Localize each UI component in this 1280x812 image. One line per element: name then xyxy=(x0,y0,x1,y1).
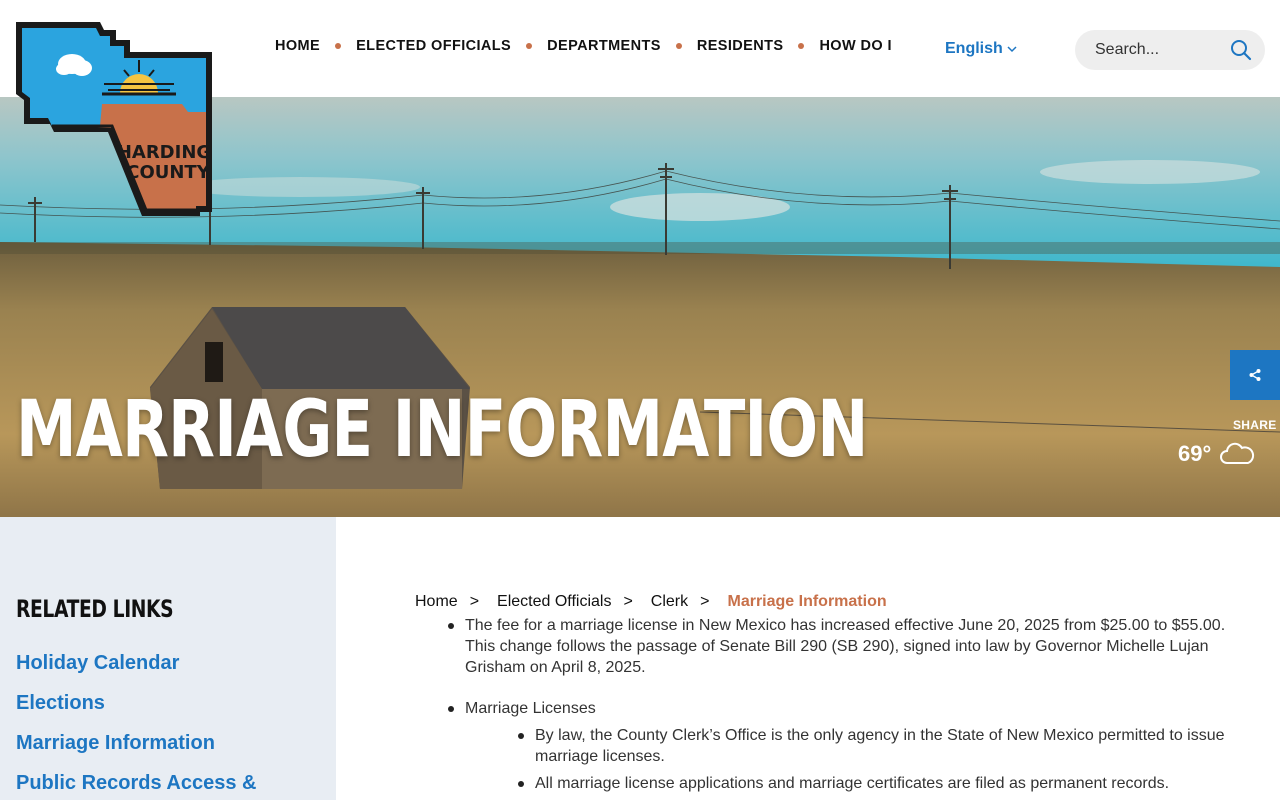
language-selected: English xyxy=(945,40,1003,57)
nav-how-do-i[interactable]: HOW DO I xyxy=(819,38,891,54)
nav-residents[interactable]: RESIDENTS xyxy=(697,38,784,54)
main-content: Home > Elected Officials > Clerk > Marri… xyxy=(336,517,1280,800)
breadcrumb-separator: > xyxy=(700,593,710,610)
related-link-holiday-calendar[interactable]: Holiday Calendar xyxy=(16,652,179,674)
breadcrumb-separator: > xyxy=(623,593,633,610)
marriage-licenses-item: Marriage Licenses By law, the County Cle… xyxy=(415,698,1255,794)
county-logo[interactable]: HARDING COUNTY xyxy=(12,16,220,218)
weather-temperature: 69° xyxy=(1178,441,1212,466)
search-input[interactable] xyxy=(1095,41,1215,59)
nav-separator-dot xyxy=(335,43,342,49)
breadcrumb-clerk[interactable]: Clerk xyxy=(651,593,688,611)
logo-text-line2: COUNTY xyxy=(126,162,210,183)
nav-separator-dot xyxy=(526,43,533,49)
nav-departments[interactable]: DEPARTMENTS xyxy=(547,38,661,54)
related-link-item: Marriage Information xyxy=(16,732,256,772)
search-box xyxy=(1075,30,1265,70)
related-links-list: Holiday Calendar Elections Marriage Info… xyxy=(16,652,256,812)
chevron-down-icon xyxy=(1007,46,1017,53)
related-links-heading: RELATED LINKS xyxy=(16,595,174,623)
cloud-icon xyxy=(1220,442,1255,464)
related-link-marriage-information[interactable]: Marriage Information xyxy=(16,732,215,754)
sub-list-item: All marriage license applications and ma… xyxy=(465,773,1255,794)
marriage-licenses-sublist: By law, the County Clerk’s Office is the… xyxy=(465,725,1255,794)
related-link-public-records[interactable]: Public Records Access & xyxy=(16,772,256,794)
breadcrumb-separator: > xyxy=(469,593,480,610)
related-link-item: Holiday Calendar xyxy=(16,652,256,692)
nav-separator-dot xyxy=(675,43,682,49)
search-icon xyxy=(1231,40,1252,61)
sub-list-item: By law, the County Clerk’s Office is the… xyxy=(465,725,1255,767)
breadcrumb-current: Marriage Information xyxy=(727,593,887,610)
sidebar: RELATED LINKS Holiday Calendar Elections… xyxy=(0,517,336,800)
breadcrumb: Home > Elected Officials > Clerk > Marri… xyxy=(415,593,887,611)
breadcrumb-elected-officials[interactable]: Elected Officials xyxy=(497,593,611,611)
share-icon xyxy=(1249,369,1261,381)
weather-widget[interactable]: 69° xyxy=(1178,441,1255,467)
language-selector[interactable]: English xyxy=(945,40,1017,58)
search-button[interactable] xyxy=(1229,38,1253,62)
nav-separator-dot xyxy=(798,43,805,49)
article-body: The fee for a marriage license in New Me… xyxy=(415,615,1255,794)
content-list: The fee for a marriage license in New Me… xyxy=(415,615,1255,794)
share-button[interactable] xyxy=(1230,350,1280,400)
related-link-item: Elections xyxy=(16,692,256,732)
share-label: SHARE xyxy=(1233,418,1277,432)
nav-elected-officials[interactable]: ELECTED OFFICIALS xyxy=(356,38,511,54)
main-nav: HOME ELECTED OFFICIALS DEPARTMENTS RESID… xyxy=(275,38,892,54)
related-link-elections[interactable]: Elections xyxy=(16,692,105,714)
marriage-licenses-label: Marriage Licenses xyxy=(465,700,596,717)
related-link-item: Public Records Access & xyxy=(16,772,256,812)
breadcrumb-home[interactable]: Home xyxy=(415,593,458,611)
logo-text-line1: HARDING xyxy=(117,142,211,163)
fee-notice-item: The fee for a marriage license in New Me… xyxy=(415,615,1255,678)
page-title: MARRIAGE INFORMATION xyxy=(16,385,868,475)
nav-home[interactable]: HOME xyxy=(275,38,320,54)
